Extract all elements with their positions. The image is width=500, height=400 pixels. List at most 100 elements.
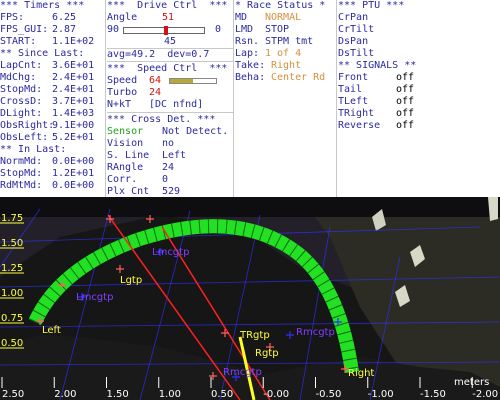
take-label: Take: [235,60,266,71]
x-tick-label: -2.00 [472,389,498,400]
since-row: MdChg: 2.4E+01 [0,72,105,84]
right-label: Right [348,368,374,379]
since-row-label: ObsLeft: [0,132,49,143]
angle-value: 51 [162,12,175,23]
y-tick-label: 1.75 [1,213,23,224]
since-row-value: 3.6E+01 [52,60,95,71]
cross-row-label: Vision [107,138,144,149]
y-tick-label: 1.50 [1,238,23,249]
cross-row: RAngle 24 [107,162,233,174]
x-tick-label: 0.50 [211,389,233,400]
x-tick-label: 2.00 [54,389,76,400]
cross-row-value: 529 [162,186,181,197]
inlast-row-label: RdMtMd: [0,180,43,191]
units-label: meters [454,377,489,388]
since-row-value: 2.4E+01 [52,72,95,83]
x-tick-label: 1.50 [107,389,129,400]
signal-row: Front off [338,72,500,84]
timers-section: *** Timers *** FPS: 6.25 FPS_GUI: 2.87 STA… [0,0,106,197]
cross-row-label: S. Line [107,150,150,161]
timers-header: *** Timers *** [0,0,85,11]
since-row-label: ObsRight: [0,120,55,131]
in-last-header: ** In Last: [0,144,67,155]
since-last-header: ** Since Last: [0,48,85,59]
y-tick-label: 0.75 [1,313,23,324]
ptu-list: CrPan CrTilt DsPan DsTilt [338,12,500,60]
angle-slider-thumb[interactable] [164,25,168,35]
ptu-item: CrPan [338,12,500,24]
signal-row-value: off [396,120,415,131]
landmark-label: Rgtp [255,348,279,359]
inlast-row-label: StopMd: [0,168,43,179]
ptu-item-label: CrPan [338,12,369,23]
fpsgui-label: FPS_GUI: [0,24,49,35]
since-row-label: LapCnt: [0,60,43,71]
x-tick-label: 2.50 [2,389,24,400]
drive-header: *** Drive Ctrl *** [107,0,228,11]
cross-row-value: Left [162,150,187,161]
inlast-row: RdMtMd: 0.0E+00 [0,180,105,192]
landmark-label: Rmcgtp [296,327,335,338]
inlast-row-value: 0.0E+00 [52,180,95,191]
ptu-item-label: DsTilt [338,48,375,59]
inlast-row-value: 1.2E+01 [52,168,95,179]
angle-slider[interactable] [123,25,205,35]
since-row: LapCnt: 3.6E+01 [0,60,105,72]
lap-label: Lap: [235,48,260,59]
start-value: 1.1E+02 [52,36,95,47]
speed-label: Speed [107,75,138,86]
inlast-row: StopMd: 1.2E+01 [0,168,105,180]
sensor-label: Sensor [107,126,144,137]
signal-row-value: off [396,84,415,95]
signal-row-label: Front [338,72,369,83]
speed-bar [169,78,217,84]
signal-row: TLeft off [338,96,500,108]
cross-det-list: Vision no S. Line Left RAngle 24 Corr. 0 Plx Cnt… [107,138,233,197]
cross-row-value: 0 [162,174,169,185]
track-view[interactable]: Lmcgtp Lgtp Lmcgtp TRgtp Rgtp Rmcgtp Rmc… [0,197,500,400]
ptu-section: *** PTU *** CrPan CrTilt DsPan DsTilt ** SI… [338,0,500,197]
signal-row-value: off [396,72,415,83]
beha-label: Beha: [235,72,266,83]
signal-row: Tail off [338,84,500,96]
speed-value: 64 [149,75,162,86]
cross-row-label: RAngle [107,162,144,173]
cross-row-label: Corr. [107,174,138,185]
nkt-label: N+kT [107,99,132,110]
angle-label: Angle [107,12,138,23]
y-tick-label: 1.00 [1,288,23,299]
landmark-label: TRgtp [239,330,270,341]
since-row-label: DLight: [0,108,43,119]
take-value: Right [271,60,302,71]
track-canvas[interactable]: Lmcgtp Lgtp Lmcgtp TRgtp Rgtp Rmcgtp Rmc… [0,197,500,400]
ptu-item: CrTilt [338,24,500,36]
rsn-label: Rsn. [235,36,260,47]
inlast-row-value: 0.0E+00 [52,156,95,167]
cross-row-value: 24 [162,162,175,173]
signal-row-label: Reverse [338,120,381,131]
x-tick-label: -1.00 [368,389,394,400]
signal-row-label: TRight [338,108,375,119]
y-tick-label: 0.50 [1,338,23,349]
race-status-section: * Race Status * MD NORMAL LMD STOP Rsn. STP… [235,0,337,197]
since-row: ObsLeft: 5.2E+01 [0,132,105,144]
speed-header: *** Speed Ctrl *** [107,63,228,74]
since-last-list: LapCnt: 3.6E+01 MdChg: 2.4E+01 StopMd: 2.4E+0… [0,60,105,144]
turbo-label: Turbo [107,87,138,98]
slider-min: 90 [107,24,120,35]
lmd-label: LMD [235,24,254,35]
since-row-label: StopMd: [0,84,43,95]
start-label: START: [0,36,37,47]
signal-row-value: off [396,96,415,107]
fpsgui-value: 2.87 [52,24,77,35]
cross-det-header: *** Cross Det. *** [107,114,216,125]
signal-row-label: TLeft [338,96,369,107]
lap-value: 1 of 4 [265,48,302,59]
x-tick-label: -0.50 [316,389,342,400]
since-row: StopMd: 2.4E+01 [0,84,105,96]
turbo-value: 24 [149,87,162,98]
rsn-value: STPM tmt [265,36,314,47]
y-tick-label: 1.25 [1,263,23,274]
signals-header: ** SIGNALS ** [338,60,417,71]
signal-row: TRight off [338,108,500,120]
